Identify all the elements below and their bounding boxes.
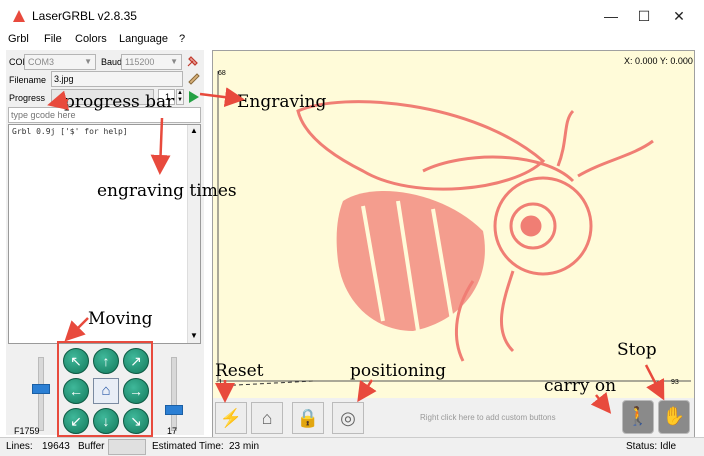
jog-up-left-button[interactable]: ↖ (63, 348, 89, 374)
status-bar: Lines: 19643 Buffer Estimated Time: 23 m… (0, 437, 704, 456)
lines-value: 19643 (42, 441, 70, 452)
estimated-time-value: 23 min (229, 441, 260, 452)
step-slider-track[interactable] (171, 357, 177, 431)
jog-right-button[interactable]: → (123, 378, 149, 404)
status-label: Status: (626, 441, 658, 452)
jog-down-left-button[interactable]: ↙ (63, 408, 89, 434)
feed-slider-track[interactable] (38, 357, 44, 431)
app-logo-icon (13, 10, 25, 22)
open-file-icon[interactable] (186, 71, 200, 85)
feed-value: F1759 (14, 426, 40, 436)
coordinates-readout: X: 0.000 Y: 0.000 (624, 56, 693, 66)
run-play-icon[interactable] (187, 89, 201, 105)
menu-help[interactable]: ? (179, 33, 185, 45)
filename-label: Filename (9, 75, 47, 85)
console-scrollbar[interactable]: ▲ ▼ (187, 125, 200, 343)
reset-lightning-icon[interactable]: ⚡ (215, 402, 247, 434)
minimize-button[interactable]: — (596, 4, 626, 28)
resume-walk-icon[interactable]: 🚶 (622, 400, 654, 434)
menu-language[interactable]: Language (119, 33, 168, 45)
annotation-moving: Moving (88, 309, 153, 329)
scroll-down-icon[interactable]: ▼ (190, 331, 198, 340)
console-line: Grbl 0.9j ['$' for help] (12, 127, 128, 136)
filename-field: 3.jpg (51, 71, 183, 87)
stop-hand-icon[interactable]: ✋ (658, 400, 690, 434)
annotation-carry-on: carry on (544, 376, 617, 396)
chevron-down-icon: ▼ (170, 57, 178, 66)
jog-up-button[interactable]: ↑ (93, 348, 119, 374)
menu-colors[interactable]: Colors (75, 33, 107, 45)
passes-spinner[interactable]: ▲ ▼ (176, 89, 184, 105)
feed-slider-thumb[interactable] (32, 384, 50, 394)
chevron-down-icon: ▼ (84, 57, 92, 66)
homing-icon[interactable]: ⌂ (251, 402, 283, 434)
scroll-up-icon[interactable]: ▲ (190, 126, 198, 135)
title-bar: LaserGRBL v2.8.35 — ☐ ✕ (0, 0, 704, 32)
ruler-right-label: 93 (671, 379, 679, 386)
jog-down-right-button[interactable]: ↘ (123, 408, 149, 434)
progress-label: Progress (9, 93, 46, 103)
jog-left-button[interactable]: ← (63, 378, 89, 404)
buffer-meter (108, 439, 146, 455)
step-slider-thumb[interactable] (165, 405, 183, 415)
custom-buttons-hint[interactable]: Right click here to add custom buttons (420, 413, 556, 422)
annotation-engraving: Engraving (237, 92, 327, 112)
positioning-globe-icon[interactable]: ◎ (332, 402, 364, 434)
baud-rate-value: 115200 (125, 57, 155, 67)
annotation-progress-bar: progress bar (64, 92, 175, 112)
connect-icon[interactable] (186, 54, 200, 68)
buffer-label: Buffer (78, 441, 105, 452)
maximize-button[interactable]: ☐ (629, 4, 659, 28)
estimated-time-label: Estimated Time: (152, 441, 224, 452)
baud-label: Baud (101, 57, 123, 67)
close-button[interactable]: ✕ (664, 4, 694, 28)
annotation-reset: Reset (215, 361, 264, 381)
annotation-stop: Stop (617, 340, 657, 360)
jog-up-right-button[interactable]: ↗ (123, 348, 149, 374)
status-value: Idle (660, 441, 677, 452)
annotation-positioning: positioning (350, 361, 446, 381)
window-title: LaserGRBL v2.8.35 (32, 9, 137, 23)
home-icon[interactable]: ⌂ (93, 378, 119, 404)
com-port-value: COM3 (28, 57, 55, 67)
com-port-select[interactable]: COM3 ▼ (24, 54, 96, 70)
ruler-top-label: 68 (218, 70, 226, 77)
baud-rate-select[interactable]: 115200 ▼ (121, 54, 182, 70)
jog-down-button[interactable]: ↓ (93, 408, 119, 434)
step-value: 17 (167, 426, 178, 436)
menu-grbl[interactable]: Grbl (8, 33, 29, 45)
annotation-engraving-times: engraving times (97, 181, 237, 201)
unlock-icon[interactable]: 🔒 (292, 402, 324, 434)
lines-label: Lines: (6, 441, 33, 452)
menu-file[interactable]: File (44, 33, 62, 45)
